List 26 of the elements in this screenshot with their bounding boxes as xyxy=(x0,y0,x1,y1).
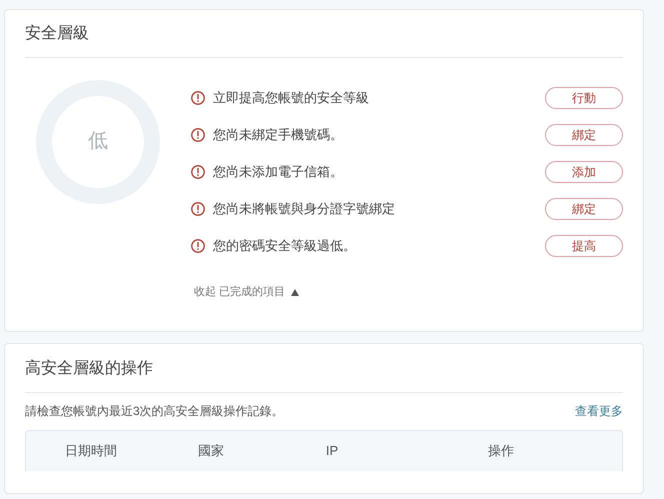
column-header: IP xyxy=(326,442,338,460)
warning-icon xyxy=(191,164,205,178)
collapse-link[interactable]: 收起 已完成的項目 xyxy=(194,285,286,299)
action-button[interactable]: 綁定 xyxy=(545,124,623,146)
warning-text: 您尚未綁定手機號碼。 xyxy=(213,126,344,144)
warning-text: 您尚未將帳號與身分證字號綁定 xyxy=(213,200,396,218)
view-more-link[interactable]: 查看更多 xyxy=(575,403,623,419)
warning-icon xyxy=(191,128,205,142)
warning-icon xyxy=(191,90,205,104)
action-button[interactable]: 綁定 xyxy=(545,198,623,220)
action-button[interactable]: 行動 xyxy=(545,86,623,108)
column-header: 操作 xyxy=(488,442,514,460)
column-header: 日期時間 xyxy=(65,442,117,460)
column-header: 國家 xyxy=(198,442,224,460)
warning-icon xyxy=(191,238,205,252)
section-title: 高安全層級的操作 xyxy=(25,344,623,393)
security-rating: 低 xyxy=(88,129,108,153)
warning-text: 您尚未添加電子信箱。 xyxy=(213,162,344,180)
action-button[interactable]: 添加 xyxy=(545,160,623,182)
warning-icon xyxy=(191,202,205,216)
warning-text: 立即提高您帳號的安全等級 xyxy=(213,88,370,106)
triangle-up-icon xyxy=(291,288,300,296)
section-title: 安全層級 xyxy=(25,10,623,58)
warning-text: 您的密碼安全等級過低。 xyxy=(213,236,357,254)
description-text: 請檢查您帳號內最近3次的高安全層級操作記錄。 xyxy=(25,403,284,419)
action-button[interactable]: 提高 xyxy=(545,234,623,256)
